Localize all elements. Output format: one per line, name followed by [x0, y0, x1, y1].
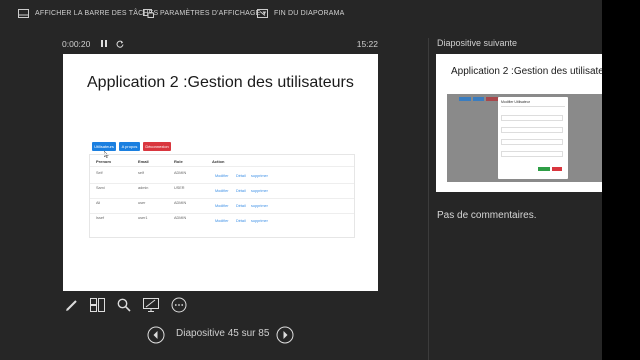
header-divider [90, 166, 354, 167]
delete-link: supprimer [251, 219, 268, 223]
edit-link: Modifier [215, 189, 229, 193]
modal-title: Modifier Utilisateur [501, 100, 530, 104]
col-header-prenom: Prenom [96, 159, 111, 164]
mini-nav-button [486, 97, 498, 101]
table-cell: ADMIN [174, 201, 187, 205]
table-cell: ADMIN [174, 216, 187, 220]
col-header-role: Role [174, 159, 183, 164]
mini-edit-modal: Modifier Utilisateur [498, 97, 568, 179]
modal-field [501, 115, 563, 121]
next-slide-button[interactable] [276, 326, 294, 344]
pointer-screen-button[interactable] [142, 296, 160, 314]
zoom-button[interactable] [115, 296, 133, 314]
show-taskbar-label: AFFICHER LA BARRE DES TÂCHES [35, 9, 159, 17]
pen-icon [66, 300, 77, 311]
next-slide-backdrop: Modifier Utilisateur [447, 94, 602, 182]
modal-field [501, 151, 563, 157]
table-cell: user1 [138, 216, 148, 220]
nav-logout-button: Déconnexion [143, 142, 171, 151]
pointer-screen-icon [143, 298, 159, 312]
table-cell: user [138, 201, 146, 205]
table-cell: USER [174, 186, 185, 190]
edit-link: Modifier [215, 204, 229, 208]
presenter-view: AFFICHER LA BARRE DES TÂCHES PARAMÈTRES … [0, 0, 602, 360]
table-cell: Self [96, 171, 103, 175]
display-settings-label: PARAMÈTRES D'AFFICHAGE ▾ [160, 10, 267, 17]
delete-link: supprimer [251, 189, 268, 193]
panel-divider [428, 38, 429, 360]
end-slideshow-icon [257, 8, 268, 18]
col-header-action: Action [212, 159, 225, 164]
nav-about-button: A propos [119, 142, 140, 151]
row-divider [90, 198, 354, 199]
end-slideshow-label: FIN DU DIAPORAMA [274, 9, 345, 17]
detail-link: Détail [236, 204, 246, 208]
delete-link: supprimer [251, 174, 268, 178]
mini-nav-button [473, 97, 484, 101]
more-options-button[interactable] [170, 296, 188, 314]
nav-users-button: Utilisateurs [92, 142, 116, 151]
taskbar-icon [18, 8, 29, 18]
table-cell: ADMIN [174, 171, 187, 175]
zoom-icon [117, 298, 131, 312]
previous-slide-button[interactable] [147, 326, 165, 344]
detail-link: Détail [236, 189, 246, 193]
users-table: Prenom Email Role Action Self self ADMIN… [89, 154, 355, 238]
next-slide-label: Diapositive suivante [437, 38, 518, 48]
pause-timer-button[interactable] [99, 38, 109, 49]
mini-nav-button [459, 97, 471, 101]
delete-link: supprimer [251, 204, 268, 208]
row-divider [90, 183, 354, 184]
table-cell: Sami [96, 186, 105, 190]
table-cell: Issef [96, 216, 105, 220]
pause-icon [101, 40, 107, 47]
slide-counter: Diapositive 45 sur 85 [176, 328, 270, 339]
next-slide-title: Application 2 :Gestion des utilisateur [451, 66, 602, 77]
show-taskbar-button[interactable]: AFFICHER LA BARRE DES TÂCHES [18, 6, 158, 20]
modal-field [501, 127, 563, 133]
modal-field [501, 139, 563, 145]
timer-row: 0:00:20 15:22 [62, 38, 378, 50]
chevron-left-icon [147, 326, 165, 344]
display-settings-icon [143, 8, 154, 18]
current-slide[interactable]: Application 2 :Gestion des utilisateurs … [63, 54, 378, 291]
detail-link: Détail [236, 219, 246, 223]
modal-save-button [538, 167, 550, 171]
clock: 15:22 [356, 39, 378, 49]
col-header-email: Email [138, 159, 149, 164]
slide-title: Application 2 :Gestion des utilisateurs [87, 74, 354, 91]
more-icon [171, 297, 187, 313]
slides-grid-icon [89, 298, 105, 312]
pen-tool-button[interactable] [63, 296, 81, 314]
modal-cancel-button [552, 167, 562, 171]
table-cell: Ali [96, 201, 101, 205]
restart-timer-button[interactable] [114, 38, 125, 49]
see-all-slides-button[interactable] [88, 296, 106, 314]
elapsed-time: 0:00:20 [62, 39, 91, 49]
next-slide-preview[interactable]: Application 2 :Gestion des utilisateur M… [436, 54, 602, 192]
restart-icon [116, 40, 123, 48]
display-settings-button[interactable]: PARAMÈTRES D'AFFICHAGE ▾ [143, 6, 266, 20]
edit-link: Modifier [215, 219, 229, 223]
table-cell: admin [138, 186, 149, 190]
end-slideshow-button[interactable]: FIN DU DIAPORAMA [257, 6, 344, 20]
screen-edge [602, 0, 640, 360]
speaker-notes: Pas de commentaires. [437, 210, 537, 221]
edit-link: Modifier [215, 174, 229, 178]
detail-link: Détail [236, 174, 246, 178]
modal-divider [501, 106, 565, 107]
chevron-right-icon [276, 326, 294, 344]
row-divider [90, 213, 354, 214]
top-toolbar: AFFICHER LA BARRE DES TÂCHES PARAMÈTRES … [0, 0, 602, 26]
table-cell: self [138, 171, 144, 175]
